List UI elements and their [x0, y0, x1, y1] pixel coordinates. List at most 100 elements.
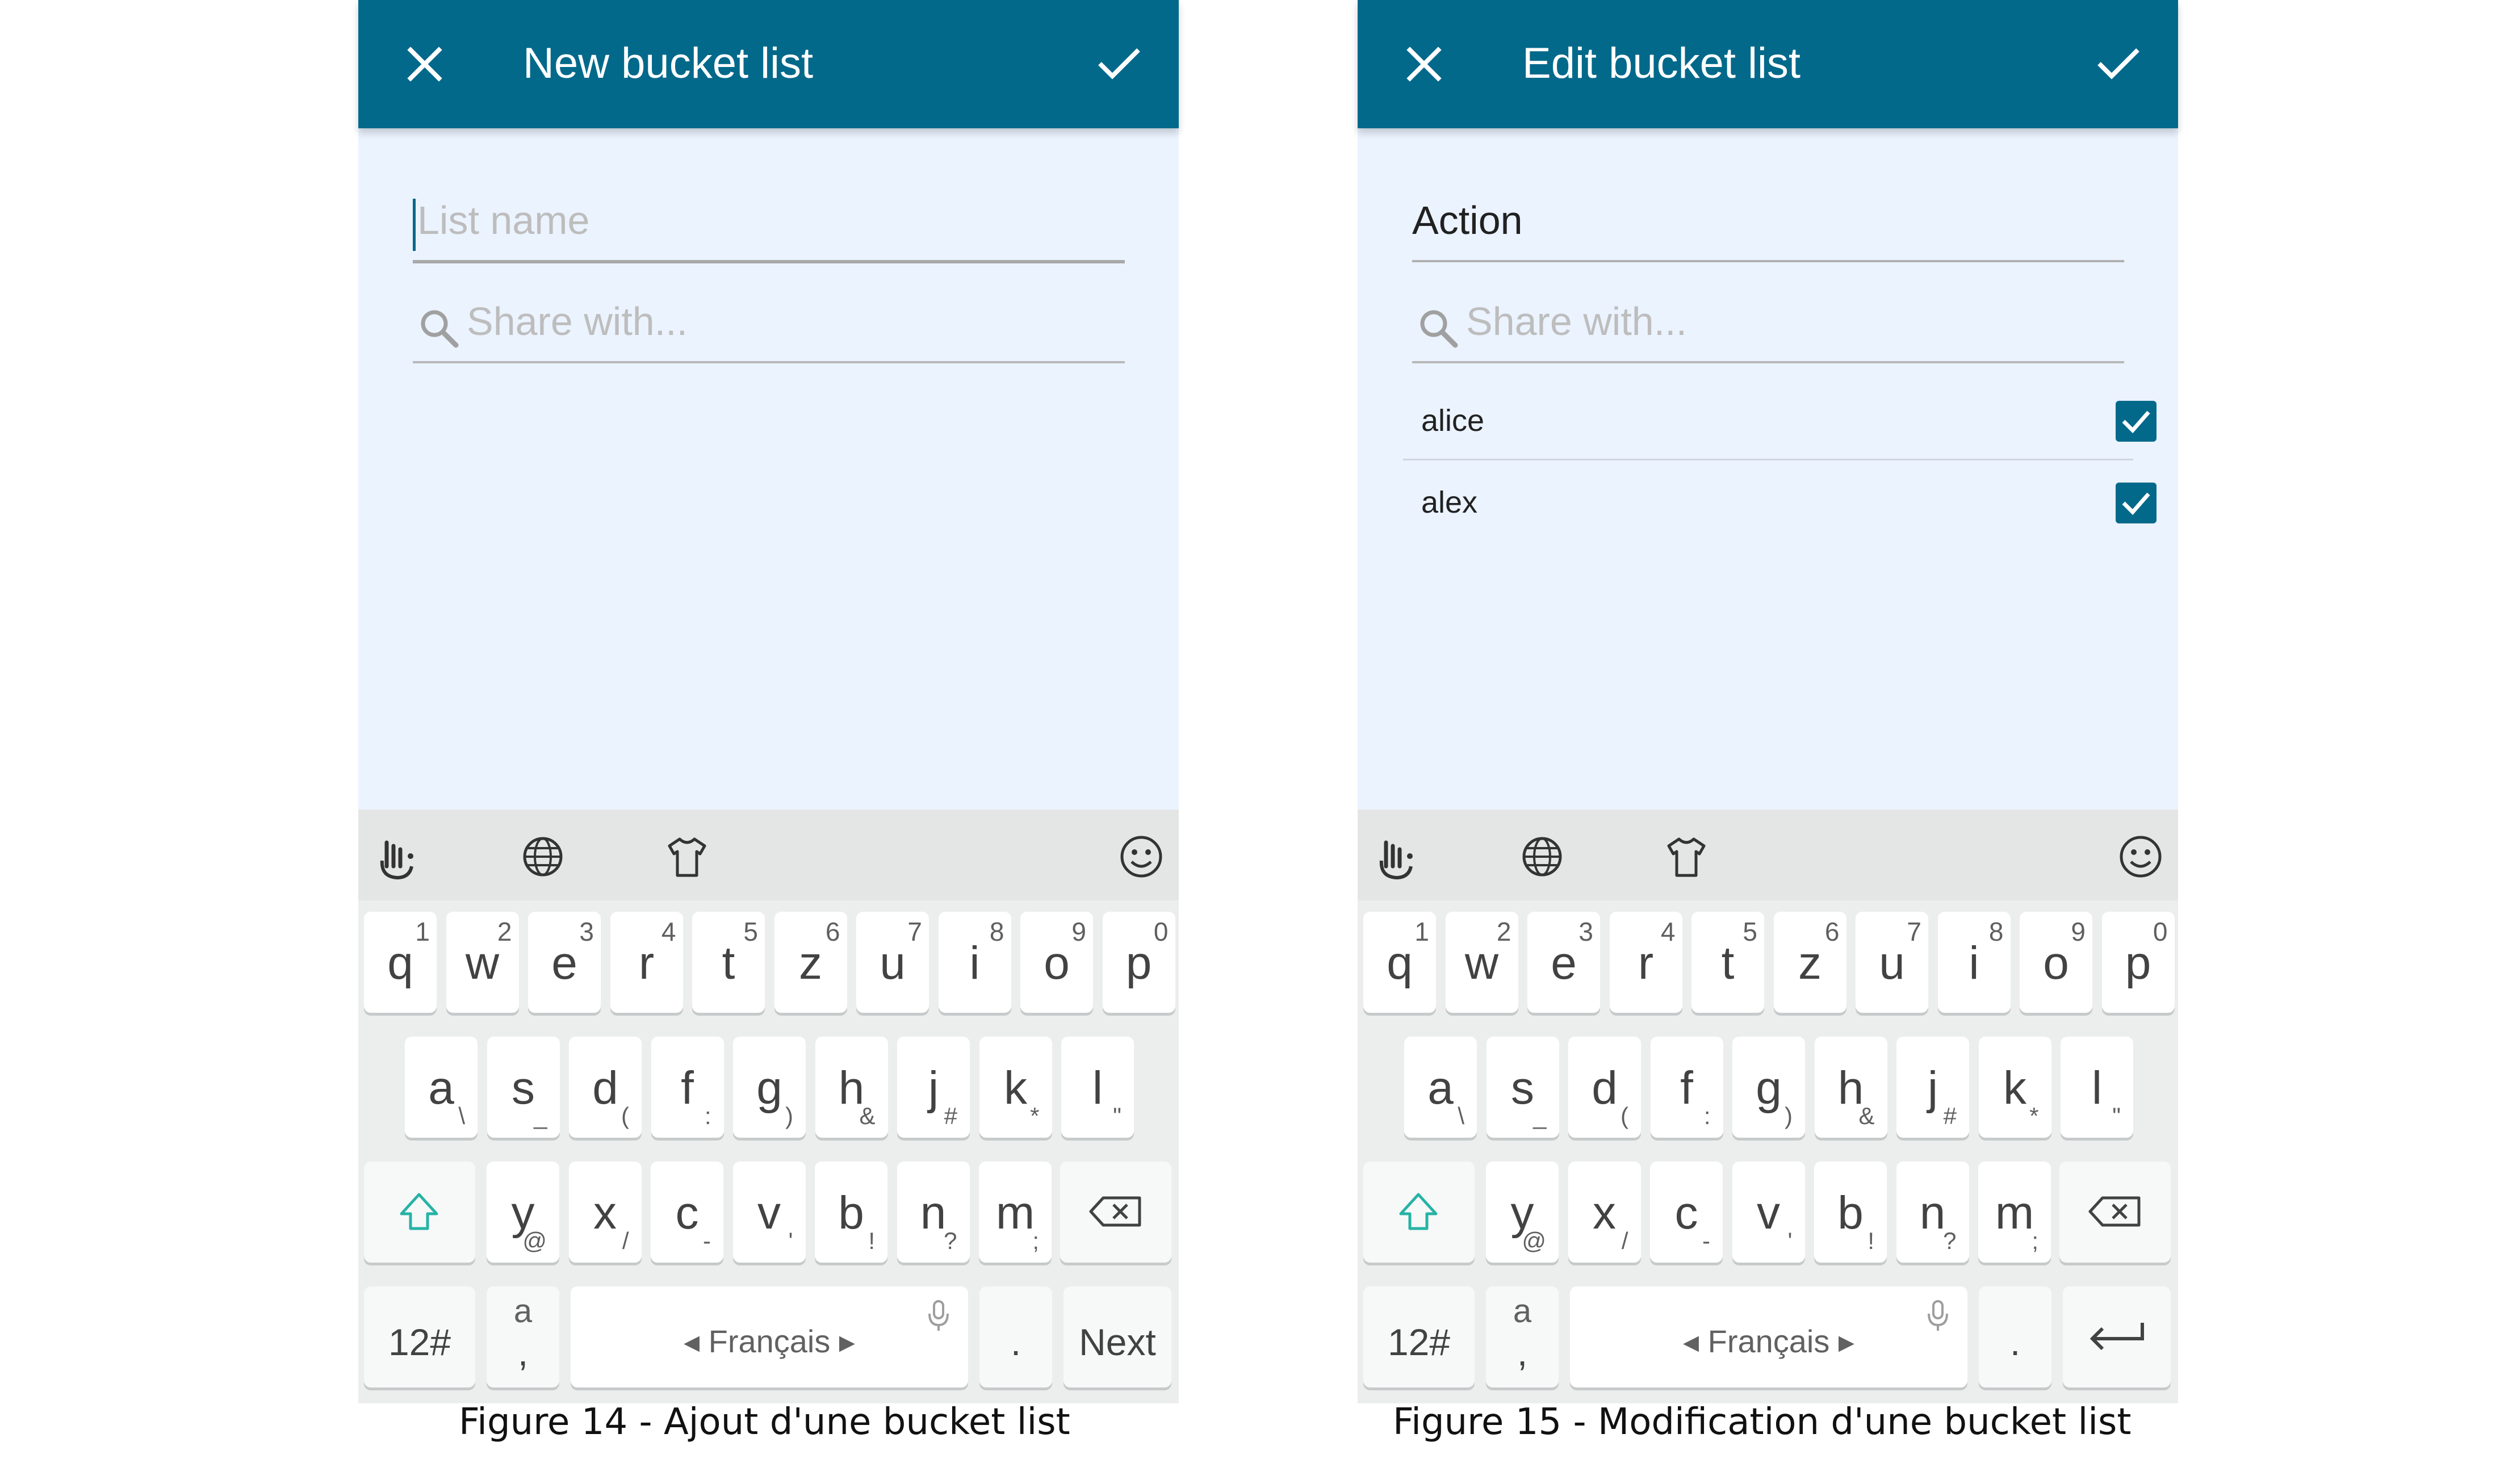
- globe-icon[interactable]: [1518, 832, 1567, 881]
- smiley-icon[interactable]: [1117, 832, 1166, 881]
- key-s[interactable]: s _: [487, 1037, 560, 1138]
- key-q[interactable]: q1: [1363, 912, 1436, 1013]
- key-n[interactable]: n?: [1896, 1162, 1969, 1263]
- accent-key[interactable]: a,: [1486, 1286, 1559, 1387]
- key-letter: o: [1044, 937, 1070, 989]
- key-letter: l: [2091, 1062, 2103, 1114]
- key-b[interactable]: b!: [1814, 1162, 1887, 1263]
- key-number: 5: [1743, 917, 1757, 946]
- key-l[interactable]: l ": [2061, 1037, 2133, 1138]
- key-i[interactable]: i8: [938, 912, 1011, 1013]
- key-w[interactable]: w2: [446, 912, 519, 1013]
- tshirt-icon[interactable]: [663, 832, 711, 881]
- key-d[interactable]: d(: [569, 1037, 642, 1138]
- period-key[interactable]: .: [979, 1286, 1052, 1387]
- key-d[interactable]: d(: [1568, 1037, 1641, 1138]
- key-r[interactable]: r4: [610, 912, 683, 1013]
- key-letter: f: [681, 1062, 694, 1114]
- accent-key[interactable]: a,: [487, 1286, 559, 1387]
- share-with-input[interactable]: Share with...: [1412, 293, 2124, 363]
- action-key[interactable]: Next: [1063, 1286, 1171, 1387]
- space-bar[interactable]: ◂ Français ▸: [1570, 1286, 1967, 1387]
- shared-user-row[interactable]: alex: [1403, 461, 2157, 540]
- backspace-key[interactable]: [2059, 1162, 2171, 1263]
- period-key[interactable]: .: [1979, 1286, 2051, 1387]
- shift-key[interactable]: [364, 1162, 475, 1263]
- key-r[interactable]: r4: [1609, 912, 1682, 1013]
- list-name-value: Action: [1412, 198, 1523, 242]
- key-b[interactable]: b!: [815, 1162, 887, 1263]
- swipe-hand-icon[interactable]: [374, 832, 423, 881]
- key-j[interactable]: j #: [1896, 1037, 1969, 1138]
- shared-user-row[interactable]: alice: [1403, 379, 2157, 459]
- key-letter: c: [1674, 1187, 1698, 1239]
- key-w[interactable]: w2: [1445, 912, 1518, 1013]
- microphone-icon: [928, 1300, 949, 1331]
- key-symbol: ;: [2032, 1227, 2038, 1254]
- key-n[interactable]: n?: [897, 1162, 970, 1263]
- swipe-hand-icon[interactable]: [1374, 832, 1422, 881]
- key-symbol: #: [944, 1102, 957, 1129]
- key-a[interactable]: a \: [405, 1037, 478, 1138]
- key-z[interactable]: z6: [774, 912, 847, 1013]
- key-p[interactable]: p0: [1102, 912, 1175, 1013]
- key-a[interactable]: a \: [1404, 1037, 1477, 1138]
- user-checkbox[interactable]: [2116, 401, 2157, 442]
- key-p[interactable]: p0: [2101, 912, 2175, 1013]
- keyboard-toolbar: [1358, 810, 2178, 900]
- key-f[interactable]: f:: [1650, 1037, 1723, 1138]
- smiley-icon[interactable]: [2116, 832, 2165, 881]
- key-h[interactable]: h &: [1814, 1037, 1887, 1138]
- key-l[interactable]: l ": [1061, 1037, 1134, 1138]
- key-g[interactable]: g): [733, 1037, 806, 1138]
- tshirt-icon[interactable]: [1662, 832, 1711, 881]
- close-icon[interactable]: [1404, 44, 1444, 84]
- list-name-field[interactable]: List name: [413, 192, 1125, 263]
- space-bar[interactable]: ◂ Français ▸: [571, 1286, 968, 1387]
- key-g[interactable]: g): [1732, 1037, 1805, 1138]
- key-e[interactable]: e3: [1527, 912, 1600, 1013]
- list-name-field[interactable]: Action: [1412, 192, 2124, 262]
- globe-icon[interactable]: [518, 832, 567, 881]
- key-y[interactable]: y @: [487, 1162, 559, 1263]
- key-t[interactable]: t5: [692, 912, 765, 1013]
- key-z[interactable]: z6: [1773, 912, 1846, 1013]
- key-t[interactable]: t5: [1691, 912, 1764, 1013]
- key-q[interactable]: q1: [364, 912, 437, 1013]
- key-letter: z: [799, 937, 822, 989]
- key-c[interactable]: c-: [1650, 1162, 1723, 1263]
- numbers-key[interactable]: 12#: [364, 1286, 475, 1387]
- key-o[interactable]: o9: [1020, 912, 1093, 1013]
- numbers-key[interactable]: 12#: [1363, 1286, 1475, 1387]
- app-bar: New bucket list: [358, 0, 1179, 128]
- key-o[interactable]: o9: [2020, 912, 2092, 1013]
- close-icon[interactable]: [405, 44, 445, 84]
- key-v[interactable]: v ': [1732, 1162, 1805, 1263]
- key-c[interactable]: c-: [651, 1162, 723, 1263]
- backspace-key[interactable]: [1060, 1162, 1171, 1263]
- key-letter: n: [920, 1187, 947, 1239]
- action-key[interactable]: [2063, 1286, 2171, 1387]
- key-k[interactable]: k *: [1978, 1037, 2051, 1138]
- key-m[interactable]: m;: [979, 1162, 1052, 1263]
- key-letter: r: [638, 937, 655, 989]
- key-i[interactable]: i8: [1937, 912, 2011, 1013]
- user-checkbox[interactable]: [2116, 483, 2157, 523]
- shift-key[interactable]: [1363, 1162, 1475, 1263]
- key-j[interactable]: j #: [897, 1037, 970, 1138]
- check-icon[interactable]: [1096, 45, 1142, 82]
- key-k[interactable]: k *: [979, 1037, 1052, 1138]
- key-v[interactable]: v ': [732, 1162, 806, 1263]
- share-with-input[interactable]: Share with...: [413, 293, 1125, 363]
- key-x[interactable]: x /: [1568, 1162, 1641, 1263]
- key-s[interactable]: s _: [1486, 1037, 1559, 1138]
- key-h[interactable]: h &: [815, 1037, 888, 1138]
- key-f[interactable]: f:: [651, 1037, 724, 1138]
- check-icon[interactable]: [2096, 45, 2141, 82]
- key-u[interactable]: u7: [1856, 912, 1928, 1013]
- key-e[interactable]: e3: [528, 912, 601, 1013]
- key-m[interactable]: m;: [1978, 1162, 2051, 1263]
- key-y[interactable]: y @: [1486, 1162, 1559, 1263]
- key-u[interactable]: u7: [856, 912, 929, 1013]
- key-x[interactable]: x /: [568, 1162, 642, 1263]
